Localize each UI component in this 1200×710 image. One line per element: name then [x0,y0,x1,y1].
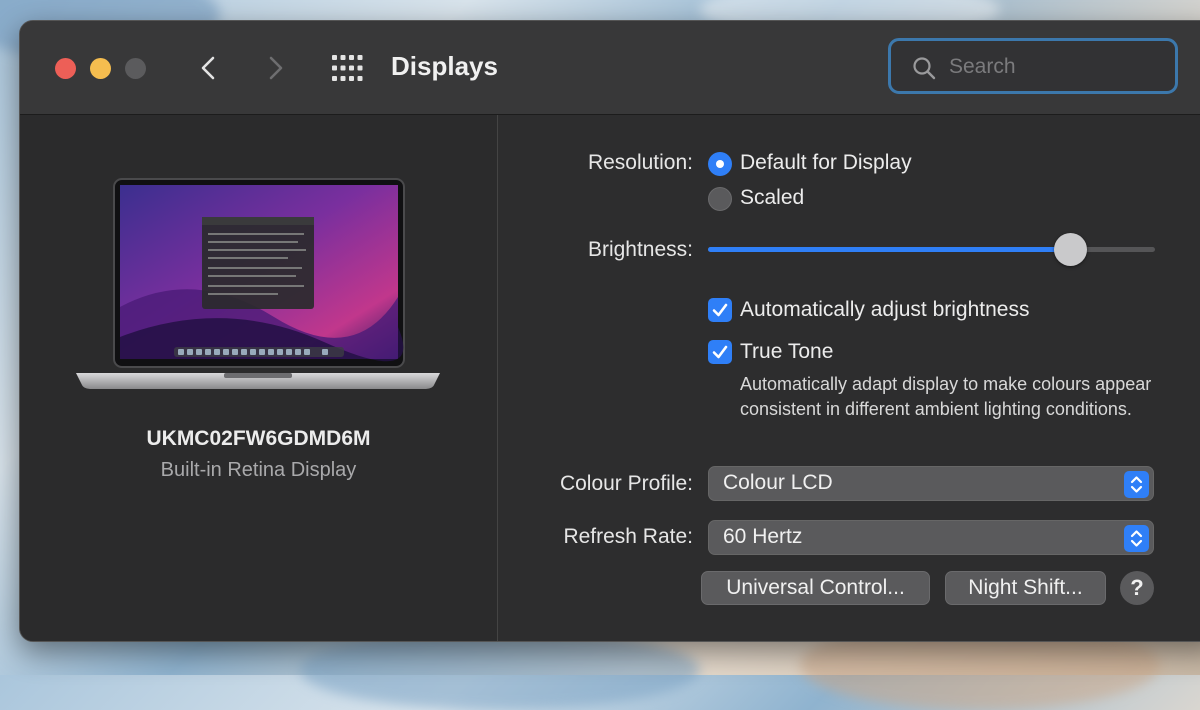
search-placeholder: Search [949,55,1016,78]
brightness-label: Brightness: [587,238,693,261]
close-button[interactable] [55,58,76,79]
colour-profile-value: Colour LCD [723,471,833,494]
universal-control-button[interactable]: Universal Control... [701,571,930,605]
laptop-image [76,178,440,389]
toolbar: Displays Search [20,21,1200,115]
refresh-rate-select[interactable]: 60 Hertz [708,520,1154,555]
brightness-slider-fill [708,247,1071,252]
search-icon [913,57,936,80]
option-default-for-display[interactable]: Default for Display [740,151,912,175]
wallpaper-blob [300,630,700,710]
brightness-slider[interactable] [708,233,1155,266]
checkmark-icon [712,303,728,317]
radio-default-for-display[interactable] [708,152,732,176]
night-shift-button[interactable]: Night Shift... [945,571,1106,605]
option-scaled[interactable]: Scaled [740,186,804,210]
show-all-grid-icon [332,55,363,81]
search-field[interactable]: Search [888,38,1178,94]
display-name: UKMC02FW6GDMD6M [146,427,371,450]
colour-profile-select[interactable]: Colour LCD [708,466,1154,501]
checkmark-icon [712,345,728,359]
true-tone-checkbox[interactable] [708,340,732,364]
radio-scaled[interactable] [708,187,732,211]
minimize-button[interactable] [90,58,111,79]
resolution-label: Resolution: [587,151,693,174]
auto-brightness-label[interactable]: Automatically adjust brightness [740,298,1029,322]
help-button[interactable]: ? [1120,571,1154,605]
display-type: Built-in Retina Display [160,459,357,481]
refresh-rate-value: 60 Hertz [723,525,803,548]
window-title: Displays [391,51,498,81]
back-button[interactable] [192,51,226,85]
chevron-updown-icon [1124,525,1149,552]
colour-profile-label: Colour Profile: [559,472,693,495]
chevron-left-icon [201,56,215,80]
forward-button[interactable] [258,51,292,85]
show-all-button[interactable] [331,54,365,82]
display-preview-pane: UKMC02FW6GDMD6M Built-in Retina Display [20,115,498,641]
true-tone-label[interactable]: True Tone [740,340,833,364]
displays-window: Displays Search UKMC02FW6GDMD6M Built-in… [19,20,1200,642]
maximize-button[interactable] [125,58,146,79]
true-tone-description: Automatically adapt display to make colo… [740,374,1152,419]
brightness-slider-knob[interactable] [1053,233,1087,266]
chevron-right-icon [269,56,283,80]
chevron-updown-icon [1124,471,1149,498]
refresh-rate-label: Refresh Rate: [563,525,693,548]
auto-brightness-checkbox[interactable] [708,298,732,322]
